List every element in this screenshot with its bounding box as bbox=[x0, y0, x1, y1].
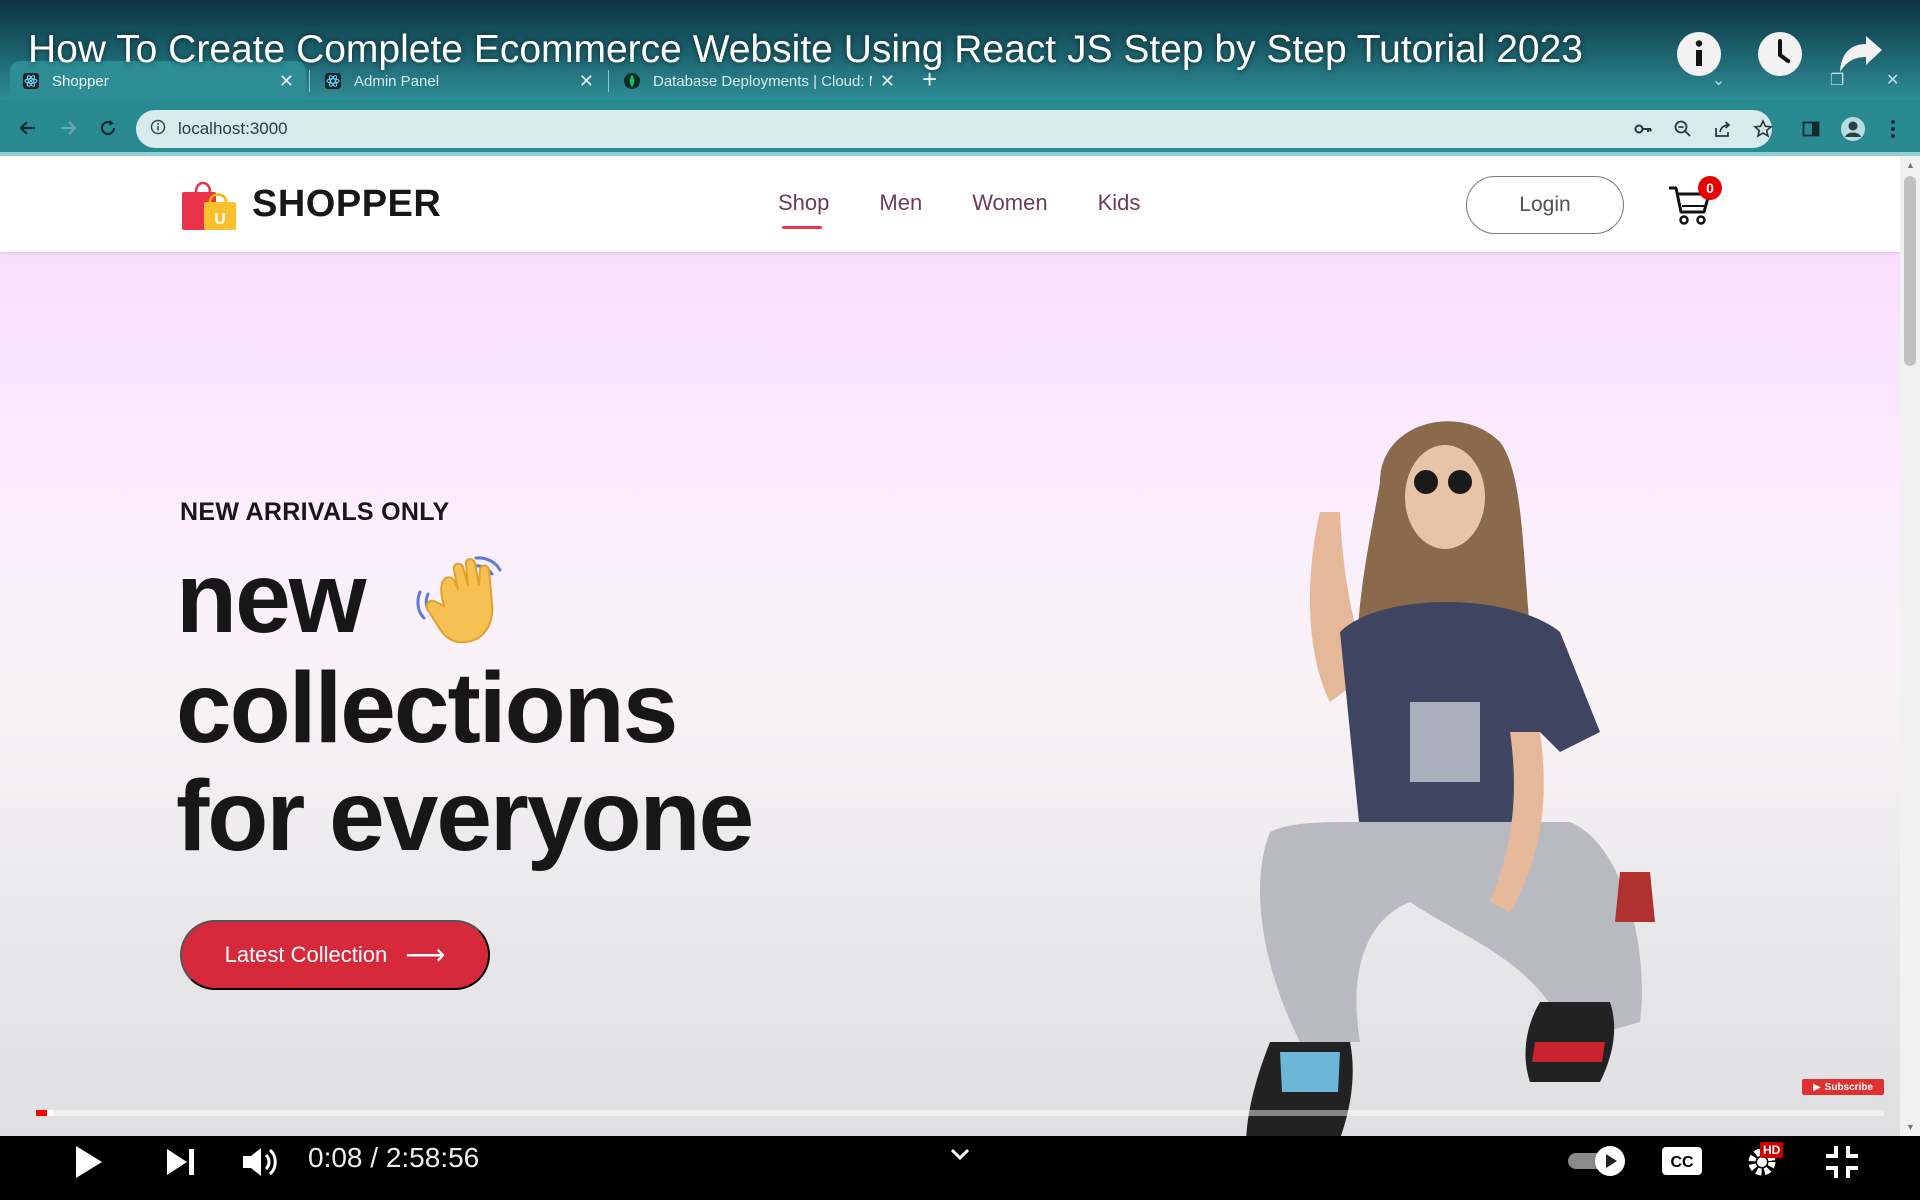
latest-collection-label: Latest Collection bbox=[224, 942, 388, 967]
svg-text:CC: CC bbox=[1670, 1154, 1694, 1171]
tab-title: Admin Panel bbox=[354, 72, 440, 90]
exit-fullscreen-icon[interactable] bbox=[1820, 1142, 1864, 1182]
forward-icon[interactable] bbox=[54, 114, 82, 142]
main-menu: Shop Men Women Kids bbox=[778, 190, 1190, 229]
waving-hand-icon bbox=[410, 548, 514, 652]
svg-text:U: U bbox=[214, 211, 226, 228]
browser-menu-icon[interactable] bbox=[1880, 116, 1906, 142]
tab-divider bbox=[608, 70, 609, 92]
address-bar[interactable]: localhost:3000 bbox=[136, 110, 1772, 148]
latest-collection-button[interactable]: Latest Collection ⟶ bbox=[180, 920, 490, 990]
react-icon bbox=[324, 72, 342, 90]
menu-item-label: Women bbox=[972, 190, 1048, 215]
scroll-up-icon[interactable]: ▲ bbox=[1906, 160, 1915, 170]
hero-tagline: NEW ARRIVALS ONLY bbox=[180, 498, 450, 526]
play-icon[interactable] bbox=[66, 1140, 110, 1184]
cart-count-badge: 0 bbox=[1698, 176, 1722, 200]
site-logo[interactable]: U SHOPPER bbox=[180, 176, 441, 232]
tab-title: Database Deployments | Cloud: M bbox=[653, 72, 872, 90]
active-menu-underline bbox=[782, 226, 822, 229]
hero-model-image bbox=[1210, 402, 1710, 1136]
reload-icon[interactable] bbox=[94, 114, 122, 142]
subscribe-label: Subscribe bbox=[1824, 1081, 1874, 1093]
site-info-icon[interactable] bbox=[150, 119, 166, 140]
close-window-icon[interactable]: ✕ bbox=[1886, 70, 1899, 90]
menu-item-label: Men bbox=[879, 190, 923, 215]
menu-item-label: Shop bbox=[778, 190, 830, 215]
login-button[interactable]: Login bbox=[1466, 176, 1624, 234]
menu-item-women[interactable]: Women bbox=[972, 190, 1047, 216]
menu-item-shop[interactable]: Shop bbox=[778, 190, 830, 229]
page-scrollbar[interactable]: ▲ ▼ bbox=[1900, 156, 1920, 1136]
react-icon bbox=[22, 72, 40, 90]
url-text: localhost:3000 bbox=[178, 119, 288, 138]
video-title[interactable]: How To Create Complete Ecommerce Website… bbox=[28, 28, 1583, 72]
closed-captions-icon[interactable]: CC bbox=[1660, 1144, 1704, 1178]
hero-heading-line-3: for everyone bbox=[176, 760, 754, 872]
watch-later-clock-icon[interactable] bbox=[1756, 30, 1804, 78]
menu-item-kids[interactable]: Kids bbox=[1098, 190, 1141, 216]
info-icon[interactable] bbox=[1675, 30, 1723, 78]
tab-divider bbox=[309, 70, 310, 92]
close-tab-icon[interactable]: ✕ bbox=[279, 71, 294, 92]
next-video-icon[interactable] bbox=[158, 1142, 202, 1182]
subscribe-watermark[interactable]: ▶ Subscribe bbox=[1802, 1079, 1884, 1095]
youtube-logo-icon: ▶ bbox=[1812, 1081, 1821, 1093]
close-tab-icon[interactable]: ✕ bbox=[880, 71, 895, 92]
tab-title: Shopper bbox=[52, 72, 109, 90]
mongodb-leaf-icon bbox=[623, 72, 641, 90]
share-icon[interactable] bbox=[1710, 116, 1736, 142]
webpage: U SHOPPER Shop Men Women Kids Login 0 NE… bbox=[0, 156, 1900, 1136]
volume-icon[interactable] bbox=[236, 1142, 284, 1182]
side-panel-icon[interactable] bbox=[1798, 116, 1824, 142]
arrow-right-icon: ⟶ bbox=[405, 939, 446, 970]
chevron-down-icon[interactable] bbox=[946, 1142, 974, 1166]
hero-section: NEW ARRIVALS ONLY new collections for ev… bbox=[0, 252, 1900, 1136]
share-arrow-icon[interactable] bbox=[1837, 30, 1885, 78]
hero-heading-line-1: new bbox=[176, 542, 366, 654]
menu-item-label: Kids bbox=[1097, 190, 1141, 215]
scroll-down-icon[interactable]: ▼ bbox=[1906, 1122, 1915, 1132]
logo-text: SHOPPER bbox=[252, 182, 442, 225]
zoom-icon[interactable] bbox=[1670, 116, 1696, 142]
menu-item-men[interactable]: Men bbox=[879, 190, 922, 216]
video-progress-bar[interactable] bbox=[36, 1110, 1884, 1116]
autoplay-toggle[interactable] bbox=[1564, 1144, 1628, 1178]
close-tab-icon[interactable]: ✕ bbox=[579, 71, 594, 92]
hero-heading-line-2: collections bbox=[176, 652, 678, 764]
back-icon[interactable] bbox=[14, 114, 42, 142]
time-display: 0:08 / 2:58:56 bbox=[308, 1142, 480, 1173]
shopping-bag-logo-icon: U bbox=[182, 181, 236, 230]
progress-played bbox=[36, 1110, 48, 1116]
site-navbar: U SHOPPER Shop Men Women Kids Login 0 bbox=[0, 156, 1900, 252]
scroll-thumb[interactable] bbox=[1904, 176, 1916, 366]
key-icon[interactable] bbox=[1630, 116, 1656, 142]
hd-badge: HD bbox=[1760, 1142, 1784, 1158]
profile-avatar[interactable] bbox=[1840, 116, 1866, 142]
bookmark-star-icon[interactable] bbox=[1750, 116, 1776, 142]
